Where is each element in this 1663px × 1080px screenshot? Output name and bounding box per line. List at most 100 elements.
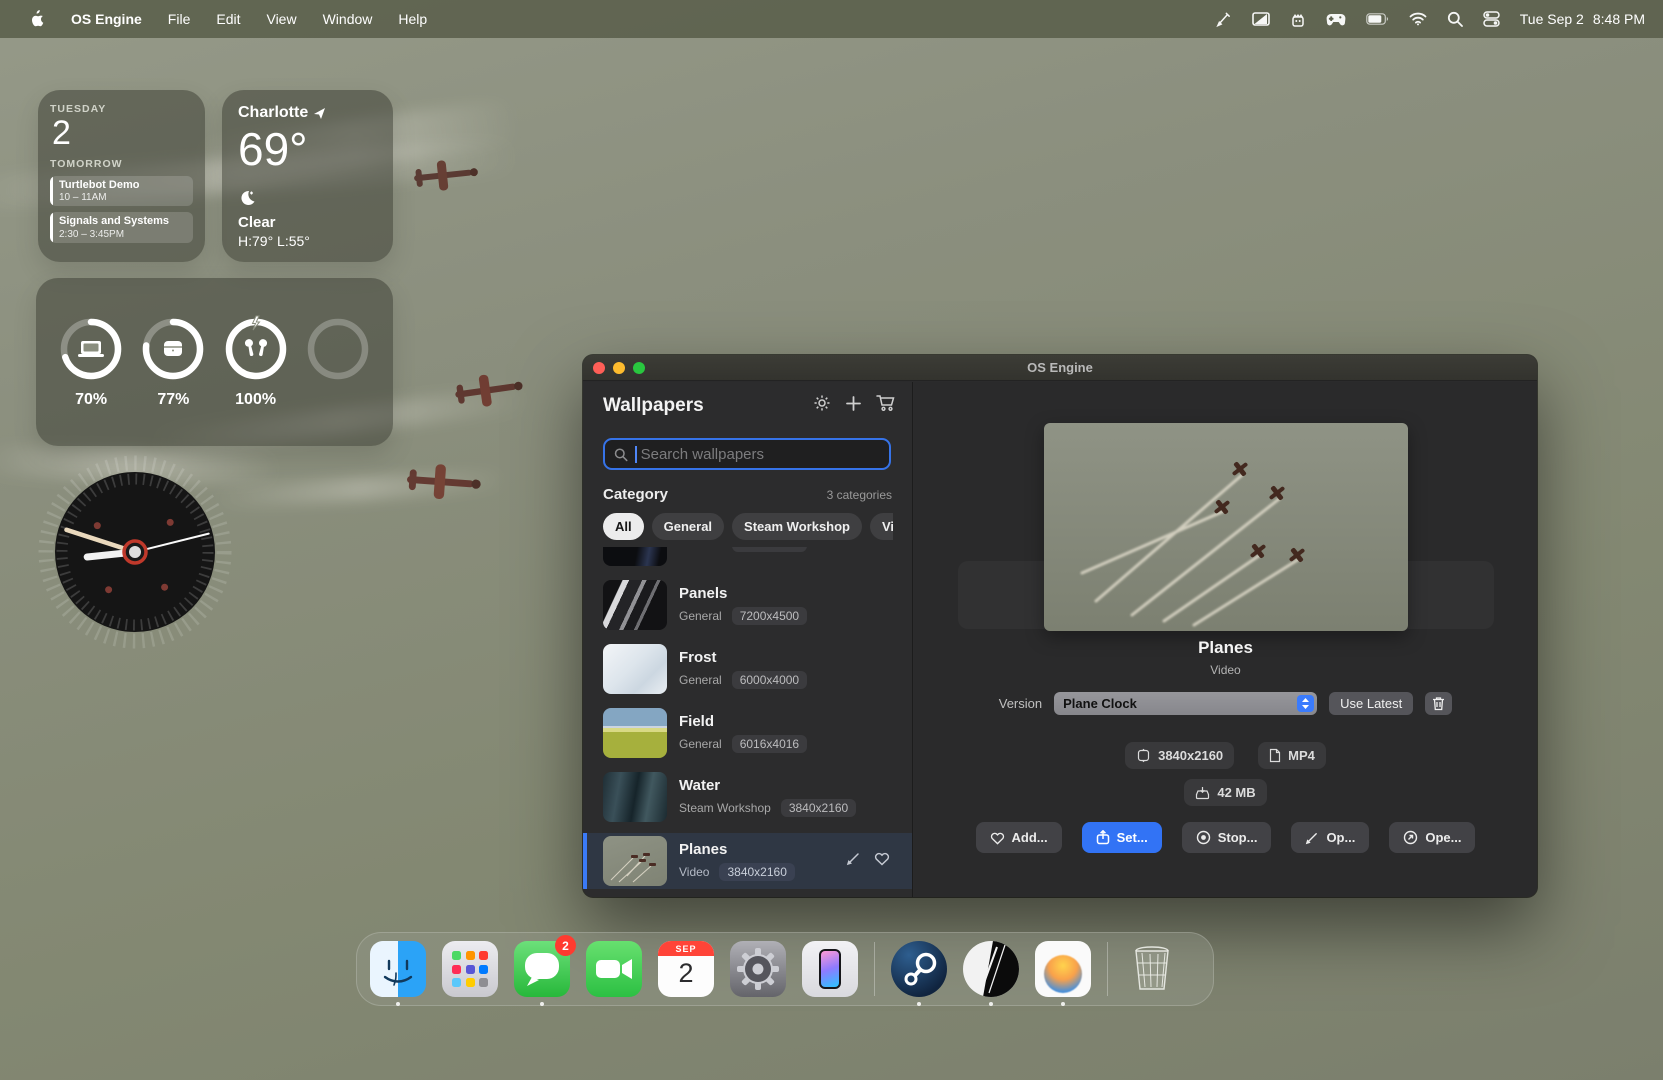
wallpaper-row-water[interactable]: Water Steam Workshop 3840x2160 — [583, 769, 912, 825]
window-title: OS Engine — [583, 360, 1537, 375]
menu-edit[interactable]: Edit — [203, 0, 253, 38]
detail-action-buttons: Add... Set... Stop... Op... Ope... — [914, 822, 1537, 853]
event-title: Signals and Systems — [59, 215, 169, 229]
dock-weather-icon[interactable] — [1035, 941, 1091, 997]
settings-gear-icon[interactable] — [813, 394, 831, 417]
battery-icon[interactable] — [1366, 13, 1389, 25]
game-controller-icon[interactable] — [1326, 12, 1346, 27]
apple-menu-icon[interactable] — [16, 0, 58, 38]
dock-iphone-mirroring-icon[interactable] — [802, 941, 858, 997]
display-icon[interactable] — [1252, 11, 1270, 27]
search-icon — [614, 447, 628, 462]
dock-trash-icon[interactable] — [1124, 941, 1180, 997]
ope-button[interactable]: Ope... — [1389, 822, 1475, 853]
open-circle-icon — [1403, 830, 1418, 845]
dock-os-engine-icon[interactable] — [963, 941, 1019, 997]
dock-system-settings-icon[interactable] — [730, 941, 786, 997]
weather-widget[interactable]: Charlotte 69° Clear H:79° L:55° — [222, 90, 393, 262]
battery-ring-macbook: 70% — [57, 315, 125, 410]
airpods-case-icon — [164, 341, 182, 356]
running-indicator — [396, 1002, 400, 1006]
version-value: Plane Clock — [1063, 696, 1297, 711]
dock-messages-icon[interactable]: 2 — [514, 941, 570, 997]
running-indicator — [917, 1002, 921, 1006]
window-title-bar[interactable]: OS Engine — [583, 355, 1537, 381]
dock-separator — [874, 942, 875, 996]
wallpaper-preview[interactable] — [1044, 423, 1408, 631]
category-count: 3 categories — [827, 488, 892, 502]
wallpaper-category: General — [679, 737, 722, 751]
op-button[interactable]: Op... — [1291, 822, 1369, 853]
chip-general[interactable]: General — [652, 513, 724, 540]
dock-facetime-icon[interactable] — [586, 941, 642, 997]
set-button[interactable]: Set... — [1082, 822, 1162, 853]
menu-window[interactable]: Window — [310, 0, 386, 38]
chip-all[interactable]: All — [603, 513, 644, 540]
menu-date: Tue Sep 2 — [1520, 11, 1584, 27]
pencil-icon — [1305, 831, 1319, 845]
delete-version-button[interactable] — [1425, 692, 1452, 715]
edit-pencil-icon[interactable] — [846, 851, 861, 871]
dock-finder-icon[interactable] — [370, 941, 426, 997]
menu-view[interactable]: View — [253, 0, 309, 38]
wallpaper-category: Steam Workshop — [679, 801, 771, 815]
menu-help[interactable]: Help — [385, 0, 440, 38]
battery-percent: 70% — [75, 391, 107, 410]
chip-video[interactable]: Video — [870, 513, 893, 540]
wallpaper-resolution: 3840x2160 — [781, 799, 856, 817]
size-value: 42 MB — [1217, 785, 1255, 800]
battery-percent: 100% — [235, 391, 276, 410]
search-field[interactable] — [603, 438, 891, 470]
dock-steam-icon[interactable] — [891, 941, 947, 997]
macbook-icon — [78, 341, 104, 357]
add-plus-icon[interactable] — [845, 395, 862, 417]
dock: 2 SEP 2 — [356, 932, 1214, 1006]
wallpaper-detail-panel: Planes Video Version Plane Clock Use Lat… — [914, 382, 1537, 897]
wallpaper-name: Planes — [679, 841, 795, 859]
menu-bar: OS Engine File Edit View Window Help Tue… — [0, 0, 1663, 38]
category-label: Category — [603, 486, 668, 503]
format-value: MP4 — [1288, 748, 1315, 763]
menu-file[interactable]: File — [155, 0, 204, 38]
search-input[interactable] — [639, 445, 880, 464]
os-engine-window: OS Engine Wallpapers — [583, 355, 1537, 897]
weather-high-low: H:79° L:55° — [238, 233, 377, 249]
version-select[interactable]: Plane Clock — [1054, 692, 1317, 715]
wallpaper-thumbnail — [603, 644, 667, 694]
wallpaper-row-partial[interactable]: General 3840x2160 — [583, 547, 912, 569]
robot-icon[interactable] — [1290, 11, 1306, 28]
wallpaper-row-field[interactable]: Field General 6016x4016 — [583, 705, 912, 761]
calendar-icon-month: SEP — [658, 941, 714, 956]
battery-widget[interactable]: 70% 77% 100% — [36, 278, 393, 446]
dock-calendar-icon[interactable]: SEP 2 — [658, 941, 714, 997]
select-chevrons-icon — [1297, 695, 1314, 712]
control-center-icon[interactable] — [1483, 11, 1500, 27]
dock-launchpad-icon[interactable] — [442, 941, 498, 997]
wallpaper-resolution: 7200x4500 — [732, 607, 807, 625]
calendar-widget[interactable]: TUESDAY 2 TOMORROW Turtlebot Demo 10 – 1… — [38, 90, 205, 262]
analog-clock-widget[interactable] — [35, 452, 235, 652]
wallpaper-thumbnail — [603, 547, 667, 566]
menu-clock[interactable]: Tue Sep 2 8:48 PM — [1520, 11, 1645, 27]
search-icon[interactable] — [1447, 11, 1463, 27]
airpods-icon — [244, 338, 268, 356]
stop-button[interactable]: Stop... — [1182, 822, 1272, 853]
wifi-icon[interactable] — [1409, 12, 1427, 26]
chip-steam-workshop[interactable]: Steam Workshop — [732, 513, 862, 540]
pen-icon[interactable] — [1215, 11, 1232, 28]
add-button[interactable]: Add... — [976, 822, 1062, 853]
trash-icon — [1432, 696, 1445, 711]
use-latest-button[interactable]: Use Latest — [1329, 692, 1413, 715]
text-caret — [635, 446, 637, 463]
download-tray-icon — [1195, 786, 1210, 800]
menu-app-name[interactable]: OS Engine — [58, 0, 155, 38]
weather-condition: Clear — [238, 214, 377, 231]
weather-city: Charlotte — [238, 104, 308, 122]
favorite-heart-icon[interactable] — [874, 851, 890, 871]
wallpaper-row-frost[interactable]: Frost General 6000x4000 — [583, 641, 912, 697]
wallpaper-row-planes-selected[interactable]: Planes Video 3840x2160 — [583, 833, 912, 889]
location-arrow-icon — [313, 107, 326, 120]
size-pill: 42 MB — [1184, 779, 1266, 806]
wallpaper-row-panels[interactable]: Panels General 7200x4500 — [583, 577, 912, 633]
cart-icon[interactable] — [876, 394, 896, 417]
